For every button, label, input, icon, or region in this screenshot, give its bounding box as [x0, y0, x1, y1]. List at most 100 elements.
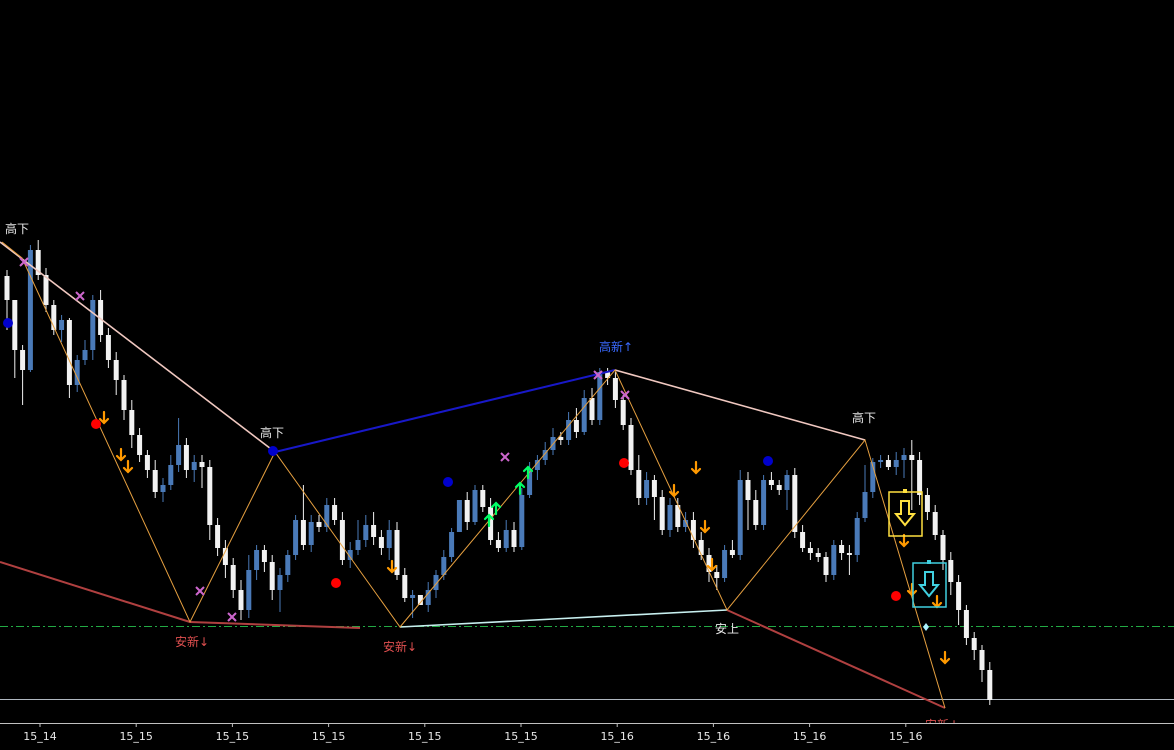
- candle: [519, 488, 525, 550]
- candle-body: [113, 360, 119, 380]
- candle-body: [12, 300, 18, 350]
- candle-body: [82, 350, 88, 360]
- candle-body: [121, 380, 127, 410]
- red-dot-marker: [891, 591, 901, 601]
- candle-body: [464, 500, 470, 522]
- zigzag-label: 安新↓: [175, 634, 209, 649]
- candle-body: [207, 467, 213, 525]
- candle: [854, 512, 860, 562]
- candle-body: [667, 505, 673, 530]
- candlestick-chart[interactable]: 高下高下高新↑高下安新↓安新↓安上安新↓15_1415_1515_1515_15…: [0, 0, 1174, 746]
- candle: [293, 515, 299, 560]
- x-tick-label: 15_15: [312, 730, 346, 743]
- candle-body: [878, 460, 884, 462]
- candle-body: [831, 545, 837, 575]
- candle-body: [917, 460, 923, 495]
- candle-body: [43, 275, 49, 305]
- candle-body: [168, 465, 174, 485]
- candle-body: [300, 520, 306, 545]
- candle-body: [581, 398, 587, 432]
- candle-body: [160, 485, 166, 492]
- candle-body: [573, 420, 579, 432]
- candle-body: [839, 545, 845, 553]
- candle-body: [956, 582, 962, 610]
- candle: [737, 470, 743, 560]
- candle-body: [854, 518, 860, 555]
- candle: [761, 475, 767, 530]
- candle-body: [651, 480, 657, 497]
- candle-body: [644, 480, 650, 498]
- candle-body: [979, 650, 985, 670]
- candle-body: [269, 562, 275, 590]
- candle-body: [238, 590, 244, 610]
- zigzag-label: 高下: [852, 410, 876, 425]
- candle-body: [472, 490, 478, 522]
- candle-body: [948, 560, 954, 582]
- candle-body: [722, 550, 728, 578]
- candle-body: [612, 378, 618, 400]
- candle-body: [714, 572, 720, 578]
- candle-body: [386, 530, 392, 548]
- candle-body: [191, 462, 197, 470]
- candle-body: [480, 490, 486, 507]
- zigzag-label: 安上: [715, 621, 739, 636]
- candle-body: [449, 532, 455, 557]
- candle-body: [137, 435, 143, 455]
- candle-body: [90, 300, 96, 350]
- candle-body: [199, 462, 205, 467]
- candle-body: [105, 335, 111, 360]
- candle-body: [293, 520, 299, 555]
- candle-body: [823, 557, 829, 575]
- candle-body: [924, 495, 930, 512]
- zigzag-label: 高新↑: [599, 339, 633, 354]
- candle-body: [963, 610, 969, 638]
- candle-body: [371, 525, 377, 537]
- candle-body: [940, 535, 946, 560]
- candle-body: [230, 565, 236, 590]
- candle-body: [378, 537, 384, 548]
- candle-body: [183, 445, 189, 470]
- candle-body: [753, 500, 759, 525]
- candle-body: [20, 350, 26, 370]
- x-axis-band: [0, 723, 1174, 746]
- candle: [449, 528, 455, 562]
- x-tick-label: 15_14: [23, 730, 57, 743]
- candle-body: [901, 455, 907, 460]
- candle-body: [261, 550, 267, 562]
- candle-body: [59, 320, 65, 330]
- candle-body: [277, 575, 283, 590]
- candle-body: [285, 555, 291, 575]
- candle-body: [768, 480, 774, 485]
- candle-body: [628, 425, 634, 470]
- candle-body: [4, 276, 10, 300]
- x-tick-label: 15_15: [408, 730, 442, 743]
- candle-body: [129, 410, 135, 435]
- x-tick-label: 15_16: [793, 730, 827, 743]
- candle-body: [885, 460, 891, 467]
- x-tick-label: 15_16: [889, 730, 923, 743]
- x-tick-label: 15_15: [504, 730, 538, 743]
- candle-body: [971, 638, 977, 650]
- candle-body: [815, 553, 821, 557]
- candle-body: [410, 595, 416, 598]
- zigzag-label: 高下: [260, 425, 284, 440]
- candle-body: [254, 550, 260, 570]
- red-dot-marker: [619, 458, 629, 468]
- candle-body: [729, 550, 735, 555]
- candle: [394, 522, 400, 580]
- candle: [620, 395, 626, 430]
- red-dot-marker: [331, 578, 341, 588]
- candle-body: [846, 553, 852, 555]
- candle-body: [862, 492, 868, 518]
- candle: [831, 540, 837, 580]
- candle-body: [456, 500, 462, 532]
- candle-body: [909, 455, 915, 460]
- candle-body: [246, 570, 252, 610]
- candle-body: [495, 540, 501, 548]
- signal-box-handle: [903, 489, 907, 493]
- x-tick-label: 15_15: [216, 730, 250, 743]
- candle-body: [589, 398, 595, 420]
- x-tick-label: 15_16: [697, 730, 731, 743]
- chart-canvas: 高下高下高新↑高下安新↓安新↓安上安新↓15_1415_1515_1515_15…: [0, 0, 1174, 746]
- candle-body: [784, 475, 790, 490]
